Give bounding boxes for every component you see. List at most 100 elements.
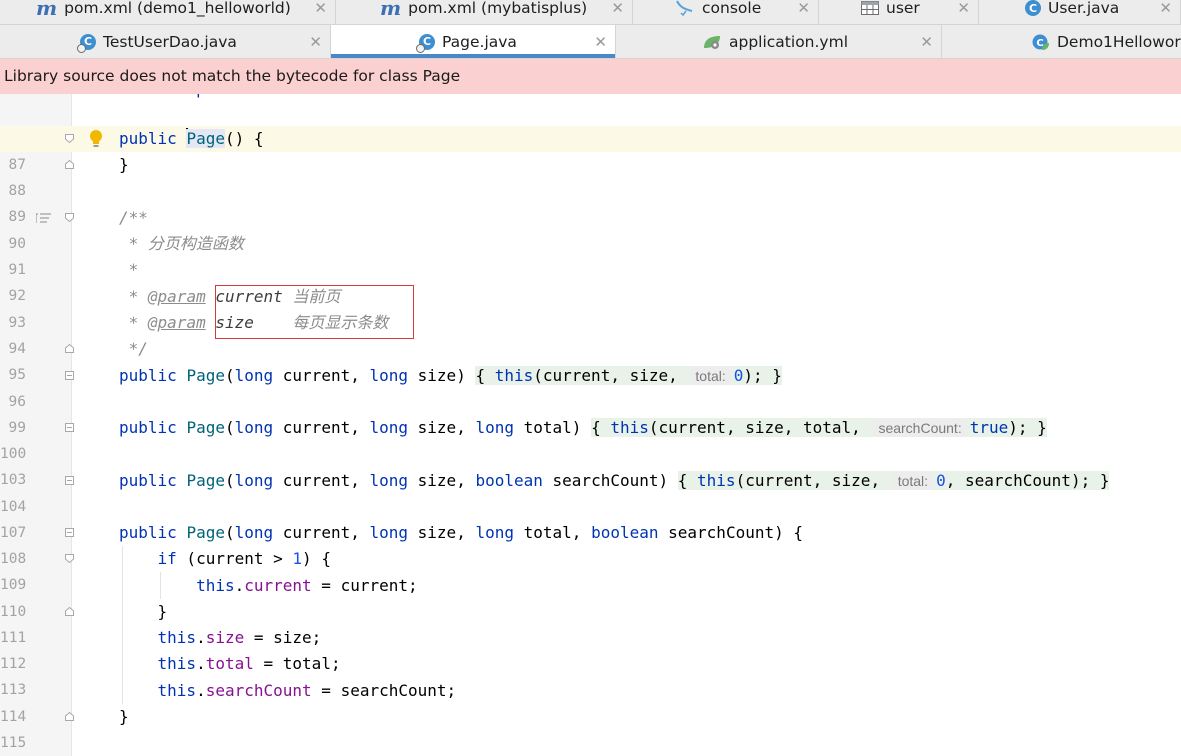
code-line: 95 */	[0, 336, 1181, 383]
editor-tabs-row-2: C TestUserDao.java ✕ C Page.java ✕ appli…	[0, 25, 1181, 59]
code-line: 115 }	[0, 704, 1181, 751]
tab-label: Demo1Hellowor	[1057, 32, 1181, 51]
close-icon[interactable]: ✕	[594, 33, 607, 51]
tab-label: console	[702, 0, 762, 17]
maven-icon: m	[380, 0, 402, 20]
spring-class-icon: C	[1032, 33, 1050, 51]
close-icon[interactable]: ✕	[1159, 0, 1172, 17]
annotation-highlight-box	[215, 285, 414, 339]
fold-collapsed-icon[interactable]	[65, 423, 74, 432]
tab-console[interactable]: console ✕	[633, 0, 819, 24]
code-text: if (current > 1) {	[157, 549, 331, 568]
close-icon[interactable]: ✕	[309, 33, 322, 51]
tab-application-yml[interactable]: application.yml ✕	[616, 25, 942, 58]
tab-label: application.yml	[729, 32, 849, 51]
code-line: 94 * @param size 每页显示条数	[0, 310, 1181, 357]
fold-collapsed-icon[interactable]	[65, 476, 74, 485]
code-text: this.total = total;	[157, 654, 341, 673]
fold-end-icon[interactable]	[65, 344, 74, 353]
code-line: 107	[0, 494, 1181, 541]
source-mismatch-banner: Library source does not match the byteco…	[0, 59, 1181, 94]
code-text: }	[119, 707, 129, 726]
code-editor[interactable]: public 86 87 public Page() { 88 } 89 90 …	[0, 94, 1181, 756]
fold-marker-icon[interactable]	[65, 528, 74, 537]
tab-demo1helloworld[interactable]: C Demo1Hellowor	[942, 25, 1181, 58]
java-class-icon: C	[416, 33, 435, 53]
code-text: }	[119, 155, 129, 174]
tab-page-java[interactable]: C Page.java ✕	[331, 25, 616, 58]
tab-user-java[interactable]: C User.java ✕	[979, 0, 1181, 24]
code-text: this.size = size;	[157, 628, 322, 647]
parameter-hint: searchCount:	[873, 419, 967, 437]
code-line: 99	[0, 389, 1181, 436]
code-line: 108 public Page(long current, long size,…	[0, 520, 1181, 567]
code-text: this.searchCount = searchCount;	[157, 681, 457, 700]
close-icon[interactable]: ✕	[314, 0, 327, 17]
code-text: this.current = current;	[196, 576, 418, 595]
render-doc-icon[interactable]	[36, 213, 51, 224]
close-icon[interactable]: ✕	[797, 0, 810, 17]
code-line: 112 this.size = size;	[0, 625, 1181, 672]
code-line: 103	[0, 441, 1181, 488]
close-icon[interactable]: ✕	[611, 0, 624, 17]
code-text: public Page(long current, long size) { t…	[119, 366, 782, 385]
banner-text: Library source does not match the byteco…	[4, 67, 461, 85]
code-text: public Page(long current, long size, lon…	[119, 523, 804, 542]
tab-testuserdao[interactable]: C TestUserDao.java ✕	[0, 25, 331, 58]
code-text: public Page() {	[119, 128, 264, 148]
code-text: *	[119, 260, 139, 279]
code-text: */	[119, 339, 148, 358]
code-text: public Page(long current, long size, lon…	[119, 418, 1047, 437]
code-line: 104 public Page(long current, long size,…	[0, 468, 1181, 515]
code-line: 100 public Page(long current, long size,…	[0, 415, 1181, 462]
tab-label: Page.java	[442, 32, 517, 51]
code-text: * 分页构造函数	[119, 234, 244, 253]
tab-pom-mybatisplus[interactable]: m pom.xml (mybatisplus) ✕	[336, 0, 633, 24]
tab-label: User.java	[1048, 0, 1120, 17]
code-line: 88 }	[0, 152, 1181, 199]
code-line: 92 *	[0, 257, 1181, 304]
code-line-current: 87 public Page() {	[0, 126, 1181, 173]
fold-end-icon[interactable]	[65, 712, 74, 721]
code-line: 86	[0, 100, 1181, 147]
spring-config-icon	[702, 34, 722, 50]
parameter-hint: total:	[892, 472, 934, 490]
code-line: 91 * 分页构造函数	[0, 231, 1181, 278]
indent-guide	[122, 546, 123, 704]
code-line: 111 }	[0, 599, 1181, 646]
tab-user[interactable]: user ✕	[819, 0, 979, 24]
lightbulb-icon[interactable]	[88, 129, 104, 149]
tab-label: pom.xml (demo1_helloworld)	[64, 0, 291, 17]
maven-icon: m	[36, 0, 58, 20]
sql-console-icon	[675, 0, 695, 17]
code-line: 90 /**	[0, 205, 1181, 252]
code-line: 93 * @param current 当前页	[0, 284, 1181, 331]
close-icon[interactable]: ✕	[920, 33, 933, 51]
code-line: 113 this.total = total;	[0, 651, 1181, 698]
fold-end-icon[interactable]	[65, 607, 74, 616]
code-line: 110 this.current = current;	[0, 573, 1181, 620]
table-icon	[861, 1, 879, 15]
code-text: /**	[119, 208, 148, 227]
editor-tabs-row-1: m pom.xml (demo1_helloworld) ✕ m pom.xml…	[0, 0, 1181, 25]
tab-label: user	[886, 0, 920, 17]
tab-label: pom.xml (mybatisplus)	[408, 0, 588, 17]
tab-pom-demo1[interactable]: m pom.xml (demo1_helloworld) ✕	[0, 0, 336, 24]
parameter-hint: total:	[690, 367, 731, 385]
fold-end-icon[interactable]	[65, 160, 74, 169]
code-line: 89	[0, 178, 1181, 225]
fold-marker-icon[interactable]	[65, 134, 74, 143]
fold-collapsed-icon[interactable]	[65, 371, 74, 380]
code-text: }	[157, 602, 168, 621]
close-icon[interactable]: ✕	[957, 0, 970, 17]
line-number: 115	[0, 735, 27, 751]
code-line: 114 this.searchCount = searchCount;	[0, 678, 1181, 725]
java-class-icon: C	[1025, 0, 1041, 16]
code-line: 109 if (current > 1) {	[0, 546, 1181, 593]
fold-marker-icon[interactable]	[65, 554, 74, 563]
fold-marker-icon[interactable]	[65, 213, 74, 222]
tab-label: TestUserDao.java	[103, 32, 237, 51]
code-text: public Page(long current, long size, boo…	[119, 471, 1110, 490]
indent-guide	[160, 572, 161, 599]
java-class-icon: C	[77, 33, 96, 53]
